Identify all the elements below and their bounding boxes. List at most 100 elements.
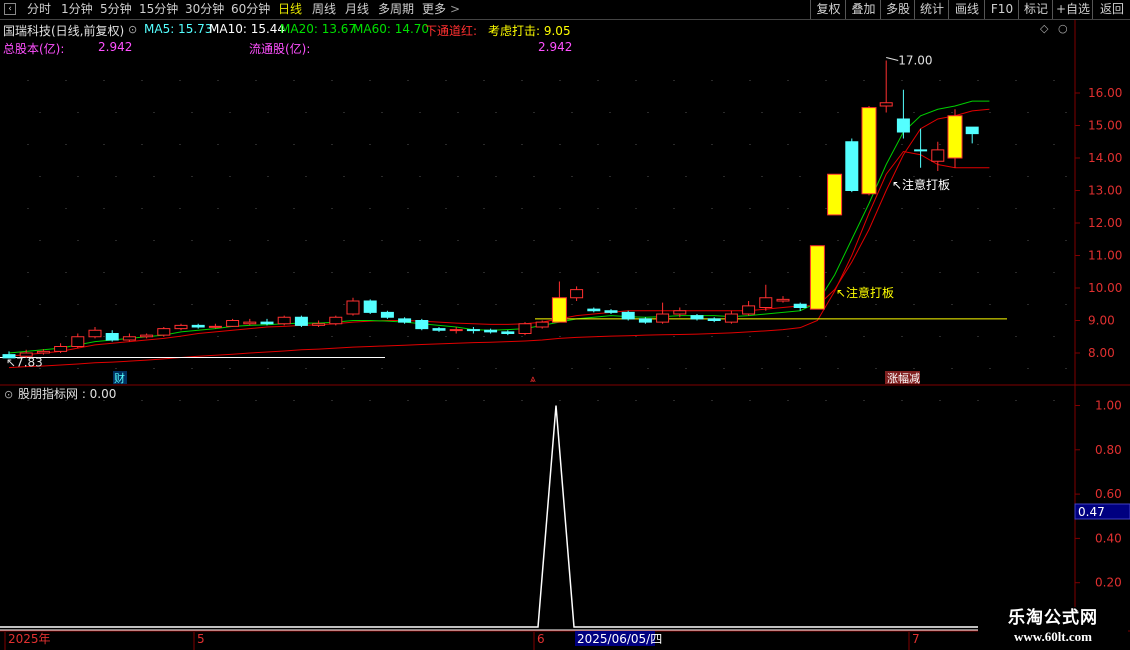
candle-body-up — [879, 102, 893, 107]
period-more-button[interactable]: 更多 — [422, 1, 446, 18]
bg-dot — [951, 112, 953, 113]
bg-dot — [635, 272, 637, 273]
bg-dot — [115, 368, 117, 369]
bg-dot — [749, 272, 751, 273]
bg-dot — [255, 144, 257, 145]
more-arrow-icon[interactable]: > — [450, 1, 460, 18]
tongji-button[interactable]: 统计 — [914, 0, 949, 19]
candle — [484, 328, 498, 334]
bg-dot — [609, 176, 611, 177]
period-1min-button[interactable]: 1分钟 — [61, 1, 93, 18]
candle-body-down — [105, 333, 119, 341]
bg-dot — [483, 144, 485, 145]
bg-dot — [1065, 112, 1067, 113]
duogu-button[interactable]: 多股 — [880, 0, 915, 19]
period-daily-button[interactable]: 日线 — [278, 1, 302, 18]
candle — [656, 302, 670, 324]
huaxian-button[interactable]: 画线 — [948, 0, 985, 19]
bg-dot — [27, 80, 29, 81]
bg-dot — [597, 400, 599, 401]
period-5min-button[interactable]: 5分钟 — [100, 1, 132, 18]
bg-dot — [711, 80, 713, 81]
bg-dot — [597, 80, 599, 81]
add-watchlist-button[interactable]: +自选 — [1052, 0, 1093, 19]
bg-dot — [787, 272, 789, 273]
bg-dot — [799, 240, 801, 241]
bg-dot — [27, 208, 29, 209]
bg-dot — [875, 304, 877, 305]
candle — [759, 284, 773, 311]
period-30min-button[interactable]: 30分钟 — [185, 1, 224, 18]
bg-dot — [647, 176, 649, 177]
bg-dot — [419, 240, 421, 241]
fanhui-button[interactable]: 返回 — [1092, 0, 1130, 19]
bg-dot — [863, 336, 865, 337]
candle-body-signal — [809, 245, 825, 310]
bg-dot — [407, 400, 409, 401]
bg-dot — [343, 112, 345, 113]
bg-dot — [913, 240, 915, 241]
bg-dot — [989, 112, 991, 113]
bg-dot — [901, 144, 903, 145]
date-label: 2025年 — [8, 632, 51, 646]
bg-dot — [419, 176, 421, 177]
bg-dot — [153, 176, 155, 177]
bg-dot — [229, 176, 231, 177]
fuquan-button[interactable]: 复权 — [810, 0, 846, 19]
candle — [776, 296, 790, 303]
bg-dot — [977, 144, 979, 145]
period-15min-button[interactable]: 15分钟 — [139, 1, 178, 18]
bg-dot — [825, 144, 827, 145]
candle-body-up — [931, 149, 945, 162]
bg-dot — [483, 80, 485, 81]
bg-dot — [179, 208, 181, 209]
indicator-tick-label: 0.40 — [1095, 531, 1122, 545]
diejia-button[interactable]: 叠加 — [845, 0, 881, 19]
bg-dot — [217, 400, 219, 401]
biaoji-button[interactable]: 标记 — [1018, 0, 1053, 19]
period-multi-button[interactable]: 多周期 — [378, 1, 414, 18]
bg-dot — [369, 208, 371, 209]
back-icon[interactable]: ‹ — [4, 3, 16, 15]
period-monthly-button[interactable]: 月线 — [345, 1, 369, 18]
bg-dot — [115, 112, 117, 113]
bg-dot — [331, 400, 333, 401]
bg-dot — [825, 208, 827, 209]
candle — [690, 314, 704, 321]
candle-body-up — [226, 320, 240, 327]
bg-dot — [863, 208, 865, 209]
bg-dot — [381, 112, 383, 113]
bg-dot — [533, 304, 535, 305]
period-60min-button[interactable]: 60分钟 — [231, 1, 270, 18]
bg-dot — [787, 144, 789, 145]
bg-dot — [939, 336, 941, 337]
bg-dot — [1027, 112, 1029, 113]
bg-dot — [837, 240, 839, 241]
bg-dot — [977, 336, 979, 337]
bg-dot — [723, 112, 725, 113]
bg-dot — [913, 368, 915, 369]
bg-dot — [407, 80, 409, 81]
candle-body-up — [36, 350, 50, 354]
candle-body-up — [449, 329, 463, 332]
candle-body-down — [363, 300, 377, 313]
bg-dot — [217, 80, 219, 81]
bg-dot — [1015, 208, 1017, 209]
bg-dot — [799, 368, 801, 369]
candle — [243, 318, 257, 326]
candle — [363, 299, 377, 314]
price-tick-label: 16.00 — [1088, 86, 1122, 100]
period-fenshi-button[interactable]: 分时 — [27, 1, 51, 18]
price-tick-label: 15.00 — [1088, 119, 1122, 133]
bg-dot — [445, 80, 447, 81]
kline-chart[interactable]: 16.00 15.00 14.00 13.00 12.00 11.00 10.00 9.00 8… — [0, 20, 1130, 650]
bg-dot — [533, 240, 535, 241]
f10-button[interactable]: F10 — [984, 0, 1019, 19]
bg-dot — [939, 400, 941, 401]
bg-dot — [685, 368, 687, 369]
bg-dot — [863, 80, 865, 81]
period-weekly-button[interactable]: 周线 — [312, 1, 336, 18]
bg-dot — [267, 240, 269, 241]
indicator-tick-label: 0.80 — [1095, 443, 1122, 457]
bg-dot — [609, 112, 611, 113]
